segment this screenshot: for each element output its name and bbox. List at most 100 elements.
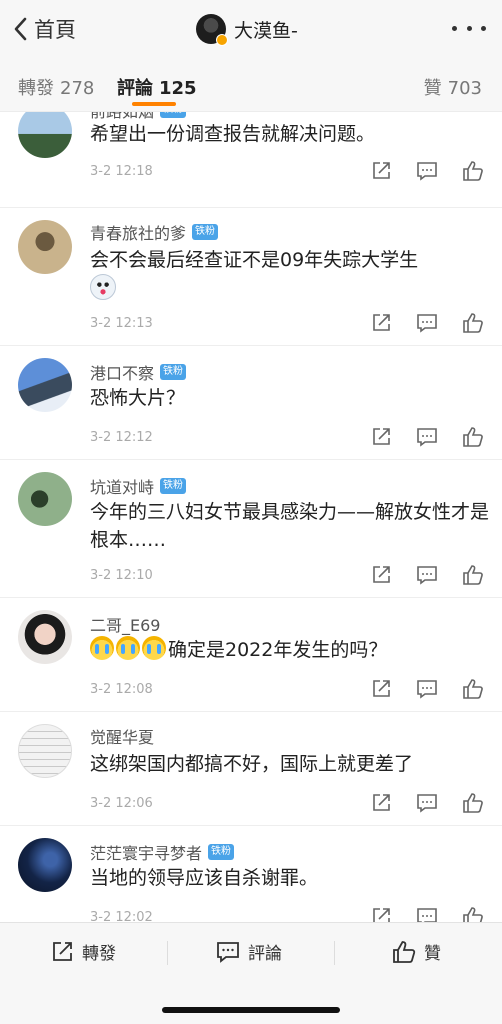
home-indicator[interactable] — [162, 1007, 340, 1013]
comment-time: 3-2 12:08 — [90, 682, 153, 697]
avatar[interactable] — [18, 472, 72, 526]
repost-icon[interactable] — [370, 160, 392, 182]
comment-text-body: 会不会最后经查证不是09年失踪大学生 — [90, 249, 419, 271]
tab-comments-count: 125 — [159, 78, 197, 99]
like-icon[interactable] — [462, 792, 484, 814]
avatar — [196, 14, 228, 46]
list-item: 二哥_E69 确定是2022年发生的吗？ 3-2 12:08 — [0, 598, 502, 712]
back-button[interactable]: 首頁 — [10, 14, 76, 44]
page-title[interactable]: 大漠鱼- — [196, 12, 298, 46]
fan-badge: 铁粉 — [160, 478, 187, 494]
comment-time: 3-2 12:12 — [90, 430, 153, 445]
list-item: 觉醒华夏 这绑架国内都搞不好，国际上就更差了 3-2 12:06 — [0, 712, 502, 826]
avatar[interactable] — [18, 112, 72, 158]
avatar[interactable] — [18, 724, 72, 778]
comment-text: 会不会最后经查证不是09年失踪大学生 — [90, 246, 490, 308]
comment-text: 希望出一份调查报告就解决问题。 — [90, 123, 376, 145]
repost-icon[interactable] — [370, 312, 392, 334]
repost-icon[interactable] — [370, 792, 392, 814]
divider — [167, 941, 168, 965]
tab-likes-count: 703 — [447, 78, 482, 99]
comment-button[interactable]: 評論 — [216, 939, 282, 964]
tab-repost-count: 278 — [60, 78, 95, 99]
top-bar: 首頁 大漠鱼- — [0, 0, 502, 58]
tab-repost[interactable]: 轉發 278 — [18, 74, 94, 100]
more-dots-icon[interactable] — [452, 16, 486, 40]
like-icon[interactable] — [462, 678, 484, 700]
avatar[interactable] — [18, 358, 72, 412]
comment-text: 确定是2022年发生的吗？ — [90, 636, 490, 664]
repost-icon[interactable] — [370, 426, 392, 448]
crying-emoji-icon — [90, 636, 114, 660]
fan-badge: 铁粉 — [208, 844, 235, 860]
comment-text: 今年的三八妇女节最具感染力——解放女性才是根本…… — [90, 501, 490, 551]
comment-time: 3-2 12:02 — [90, 910, 153, 922]
tab-likes[interactable]: 贊 703 — [424, 74, 482, 100]
back-label: 首頁 — [34, 18, 76, 42]
username[interactable]: 二哥_E69 — [90, 612, 160, 636]
username[interactable]: 港口不察 — [90, 360, 154, 384]
tab-likes-label: 贊 — [423, 78, 442, 99]
comment-icon[interactable] — [416, 312, 438, 334]
username[interactable]: 青春旅社的爹 — [90, 220, 186, 244]
comment-label: 評論 — [248, 944, 282, 964]
comment-text: 当地的领导应该自杀谢罪。 — [90, 867, 319, 889]
like-icon[interactable] — [462, 426, 484, 448]
comment-icon[interactable] — [416, 792, 438, 814]
repost-icon[interactable] — [370, 678, 392, 700]
list-item: 坑道对峙 铁粉 今年的三八妇女节最具感染力——解放女性才是根本…… 3-2 12:… — [0, 460, 502, 598]
tab-comments[interactable]: 評論 125 — [117, 74, 197, 100]
comment-time: 3-2 12:06 — [90, 796, 153, 811]
avatar[interactable] — [18, 610, 72, 664]
comment-text: 恐怖大片？ — [90, 387, 186, 409]
like-icon[interactable] — [462, 312, 484, 334]
like-icon[interactable] — [462, 564, 484, 586]
repost-label: 轉發 — [82, 944, 116, 964]
list-item: 青春旅社的爹 铁粉 会不会最后经查证不是09年失踪大学生 3-2 12:13 — [0, 208, 502, 346]
repost-button[interactable]: 轉發 — [50, 939, 116, 964]
list-item: 茫茫寰宇寻梦者 铁粉 当地的领导应该自杀谢罪。 3-2 12:02 — [0, 826, 502, 922]
fan-badge: 铁粉 — [160, 112, 187, 118]
comment-text-body: 确定是2022年发生的吗？ — [168, 639, 388, 661]
list-item: 港口不察 铁粉 恐怖大片？ 3-2 12:12 — [0, 346, 502, 460]
divider — [334, 941, 335, 965]
comment-time: 3-2 12:18 — [90, 164, 153, 179]
comment-icon[interactable] — [416, 678, 438, 700]
like-icon[interactable] — [462, 906, 484, 922]
comment-icon[interactable] — [416, 906, 438, 922]
crying-emoji-icon — [142, 636, 166, 660]
tab-comments-label: 評論 — [117, 78, 153, 99]
comment-list[interactable]: 前路如烟铁粉 希望出一份调查报告就解决问题。 3-2 12:18 青春旅社的爹铁… — [0, 112, 502, 922]
tab-bar: 轉發 278 評論 125 贊 703 — [0, 58, 502, 112]
comment-text: 这绑架国内都搞不好，国际上就更差了 — [90, 753, 414, 775]
fan-badge: 铁粉 — [192, 224, 219, 240]
avatar[interactable] — [18, 220, 72, 274]
repost-icon[interactable] — [370, 564, 392, 586]
tab-repost-label: 轉發 — [18, 78, 54, 99]
chevron-left-icon — [14, 17, 27, 41]
repost-icon — [53, 941, 72, 961]
comment-icon[interactable] — [416, 160, 438, 182]
author-name: 大漠鱼- — [234, 19, 298, 42]
username[interactable]: 坑道对峙 — [90, 474, 154, 498]
bottom-action-bar: 轉發 評論 贊 — [0, 922, 502, 1024]
like-icon[interactable] — [462, 160, 484, 182]
comment-time: 3-2 12:13 — [90, 316, 153, 331]
comment-icon — [217, 941, 239, 963]
comment-time: 3-2 12:10 — [90, 568, 153, 583]
list-item: 前路如烟铁粉 希望出一份调查报告就解决问题。 3-2 12:18 — [0, 112, 502, 208]
repost-icon[interactable] — [370, 906, 392, 922]
like-label: 贊 — [424, 944, 441, 964]
crying-emoji-icon — [116, 636, 140, 660]
like-icon — [393, 940, 416, 963]
comment-icon[interactable] — [416, 564, 438, 586]
avatar[interactable] — [18, 838, 72, 892]
fan-badge: 铁粉 — [160, 364, 187, 380]
like-button[interactable]: 贊 — [392, 939, 441, 964]
active-tab-indicator — [132, 102, 176, 106]
shocked-dog-emoji-icon — [90, 274, 116, 300]
verified-badge-icon — [216, 34, 228, 46]
username[interactable]: 茫茫寰宇寻梦者 — [90, 840, 202, 864]
comment-icon[interactable] — [416, 426, 438, 448]
username[interactable]: 觉醒华夏 — [90, 724, 154, 748]
